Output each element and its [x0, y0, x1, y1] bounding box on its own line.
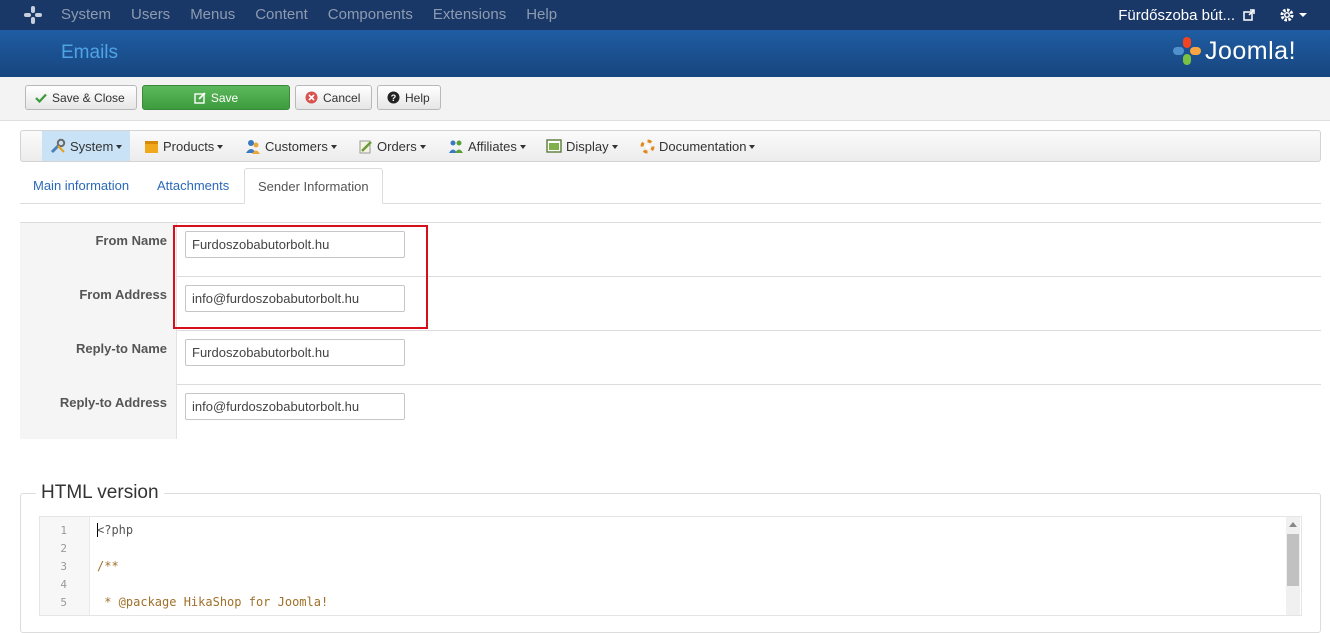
form-row-reply-name: Reply-to Name: [20, 331, 1321, 385]
from-name-field[interactable]: [185, 231, 405, 258]
joomla-brand: Joomla!: [1172, 36, 1296, 66]
code-line: * @package HikaShop for Joomla!: [97, 595, 328, 609]
display-icon: [546, 139, 562, 153]
cancel-icon: [305, 91, 318, 104]
line-number: 4: [60, 578, 67, 591]
from-name-label: From Name: [20, 223, 177, 277]
reply-to-address-field[interactable]: [185, 393, 405, 420]
code-line: /**: [97, 559, 119, 573]
menu-item-label: Orders: [377, 139, 417, 154]
menu-item-orders[interactable]: Orders: [350, 131, 434, 161]
tab-main-information[interactable]: Main information: [20, 168, 142, 204]
site-link[interactable]: Fürdőszoba bút...: [1118, 7, 1235, 24]
top-menu-system[interactable]: System: [61, 0, 111, 30]
sender-form: From Name From Address Reply-to Name Rep…: [20, 222, 1321, 439]
page-header: Emails Joomla!: [0, 30, 1330, 77]
top-menu-content[interactable]: Content: [255, 0, 308, 30]
save-close-button[interactable]: Save & Close: [25, 85, 137, 110]
chevron-down-icon: [331, 145, 337, 149]
line-number: 2: [60, 542, 67, 555]
form-row-from-address: From Address: [20, 277, 1321, 331]
menu-item-label: Customers: [265, 139, 328, 154]
form-row-reply-address: Reply-to Address: [20, 385, 1321, 439]
chevron-down-icon: [116, 145, 122, 149]
chevron-down-icon: [749, 145, 755, 149]
tab-attachments[interactable]: Attachments: [144, 168, 242, 204]
top-menu-users[interactable]: Users: [131, 0, 170, 30]
cancel-button[interactable]: Cancel: [295, 85, 372, 110]
chevron-down-icon: [420, 145, 426, 149]
editor-scrollbar[interactable]: [1286, 517, 1300, 615]
gear-icon[interactable]: [1279, 7, 1295, 23]
external-link-icon[interactable]: [1243, 9, 1255, 21]
form-row-from-name: From Name: [20, 223, 1321, 277]
line-number: 1: [60, 524, 67, 537]
top-menu-menus[interactable]: Menus: [190, 0, 235, 30]
joomla-icon[interactable]: [24, 6, 42, 24]
top-menu-components[interactable]: Components: [328, 0, 413, 30]
reply-to-name-field[interactable]: [185, 339, 405, 366]
topbar-right: Fürdőszoba bút...: [1118, 0, 1330, 30]
scroll-thumb[interactable]: [1287, 534, 1299, 586]
wrench-icon: [50, 138, 66, 154]
code-editor[interactable]: 1 2 3 4 5 <?php /** * @package HikaShop …: [39, 516, 1302, 616]
users-icon: [245, 139, 261, 154]
top-menu-help[interactable]: Help: [526, 0, 557, 30]
menu-item-label: Affiliates: [468, 139, 517, 154]
chevron-down-icon: [520, 145, 526, 149]
reply-to-address-label: Reply-to Address: [20, 385, 177, 439]
hikashop-menu: System Products Customers Orders Affilia…: [20, 130, 1321, 162]
save-close-label: Save & Close: [52, 91, 125, 105]
toolbar: Save & Close Save Cancel ? Help: [0, 77, 1330, 121]
menu-item-label: Products: [163, 139, 214, 154]
tab-sender-information[interactable]: Sender Information: [244, 168, 383, 204]
help-button[interactable]: ? Help: [377, 85, 441, 110]
help-icon: ?: [387, 91, 400, 104]
menu-item-label: Documentation: [659, 139, 746, 154]
menu-item-customers[interactable]: Customers: [237, 131, 345, 161]
pencil-icon: [358, 139, 373, 154]
page-title: Emails: [61, 42, 118, 64]
menu-item-label: System: [70, 139, 113, 154]
line-gutter: 1 2 3 4 5: [40, 517, 90, 615]
check-icon: [35, 93, 47, 103]
cancel-label: Cancel: [323, 91, 360, 105]
chevron-down-icon: [217, 145, 223, 149]
affiliates-icon: [448, 139, 464, 154]
top-menu-extensions[interactable]: Extensions: [433, 0, 506, 30]
chevron-down-icon: [612, 145, 618, 149]
joomla-wordmark: Joomla!: [1205, 37, 1296, 66]
menu-item-system[interactable]: System: [42, 131, 130, 161]
chevron-down-icon[interactable]: [1299, 13, 1307, 17]
lifebuoy-icon: [640, 139, 655, 154]
svg-text:?: ?: [391, 93, 397, 103]
menu-item-products[interactable]: Products: [136, 131, 231, 161]
save-button[interactable]: Save: [142, 85, 290, 110]
box-icon: [144, 139, 159, 154]
code-line: <?php: [97, 523, 133, 537]
from-address-field[interactable]: [185, 285, 405, 312]
line-number: 3: [60, 560, 67, 573]
menu-item-affiliates[interactable]: Affiliates: [440, 131, 534, 161]
from-address-label: From Address: [20, 277, 177, 331]
html-version-legend: HTML version: [36, 482, 164, 504]
top-menu: System Users Menus Content Components Ex…: [61, 0, 577, 30]
menu-item-display[interactable]: Display: [538, 131, 626, 161]
help-label: Help: [405, 91, 430, 105]
scroll-up-icon[interactable]: [1289, 522, 1297, 527]
save-label: Save: [211, 91, 238, 105]
menu-item-label: Display: [566, 139, 609, 154]
tab-bar: Main information Attachments Sender Info…: [20, 168, 1321, 204]
reply-to-name-label: Reply-to Name: [20, 331, 177, 385]
menu-item-documentation[interactable]: Documentation: [632, 131, 763, 161]
joomla-logo-icon: [1172, 36, 1202, 66]
edit-icon: [194, 92, 206, 104]
admin-topbar: System Users Menus Content Components Ex…: [0, 0, 1330, 30]
